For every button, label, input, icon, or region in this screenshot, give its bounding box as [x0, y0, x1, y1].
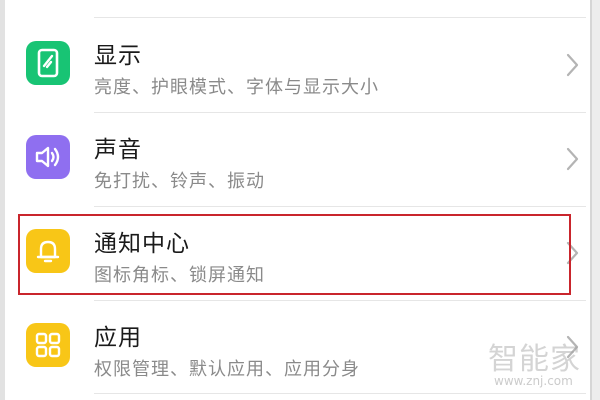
watermark-title: 智能家 [488, 342, 581, 377]
settings-item-display[interactable]: 显示 亮度、护眼模式、字体与显示大小 [6, 18, 590, 112]
settings-item-title: 显示 [94, 43, 142, 69]
right-edge [592, 0, 600, 400]
settings-item-title: 应用 [94, 325, 142, 351]
watermark-url: www.znj.com [494, 374, 573, 388]
apps-grid-icon [26, 323, 70, 367]
settings-item-title: 声音 [94, 137, 142, 163]
chevron-right-icon [566, 53, 579, 77]
settings-item-subtitle: 亮度、护眼模式、字体与显示大小 [94, 77, 379, 98]
speaker-icon [26, 135, 70, 179]
chevron-right-icon [566, 147, 579, 171]
highlight-box [18, 214, 571, 295]
left-edge [0, 0, 5, 400]
settings-item-sound[interactable]: 声音 免打扰、铃声、振动 [6, 112, 590, 206]
display-icon [26, 41, 70, 85]
settings-item-subtitle: 权限管理、默认应用、应用分身 [94, 359, 360, 380]
settings-item-subtitle: 免打扰、铃声、振动 [94, 171, 265, 192]
watermark: 智能家 www.znj.com [488, 334, 586, 394]
